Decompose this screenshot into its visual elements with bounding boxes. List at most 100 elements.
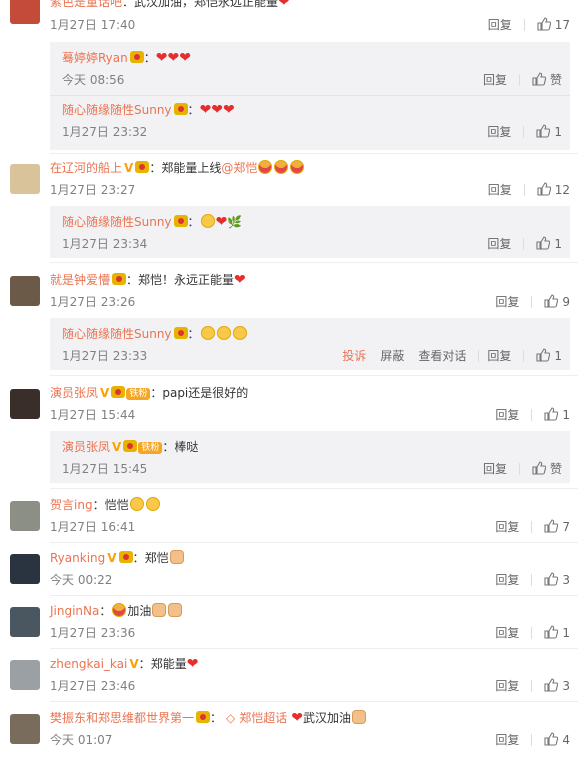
reply-button[interactable]: 回复 [487, 124, 511, 140]
like-button[interactable]: 1 [536, 348, 562, 364]
like-button[interactable]: 7 [544, 519, 570, 535]
thumbs-up-icon [544, 407, 559, 421]
like-button[interactable]: 17 [537, 17, 570, 33]
report-button[interactable]: 投诉 [342, 348, 366, 364]
avatar[interactable] [10, 389, 40, 419]
reply-button[interactable]: 回复 [487, 236, 511, 252]
reply-button[interactable]: 回复 [495, 407, 519, 423]
username[interactable]: 蓦婷婷Ryan [62, 51, 128, 65]
topic-icon: ◇ [226, 711, 236, 725]
username[interactable]: 贺言ing [50, 498, 93, 512]
thumbs-up-emoji [168, 603, 183, 617]
divider [531, 680, 533, 692]
username[interactable]: 演员张凤 [62, 440, 110, 454]
super-topic-link[interactable]: 郑恺超话 [239, 711, 287, 725]
like-button[interactable]: 1 [544, 625, 570, 641]
reply-box: 随心随缘随性Sunny： 1月27日 23:33 投诉 屏蔽 查看对话 回复 1 [50, 318, 570, 370]
thumbs-up-icon [532, 72, 546, 86]
like-button[interactable]: 1 [536, 124, 562, 140]
avatar[interactable] [10, 714, 40, 744]
username[interactable]: 在辽河的船上 [50, 161, 122, 175]
reply-button[interactable]: 回复 [488, 17, 512, 33]
username[interactable]: Ryanking [50, 551, 105, 565]
timestamp: 1月27日 17:40 [50, 18, 136, 32]
like-button[interactable]: 4 [544, 732, 570, 748]
avatar[interactable] [10, 554, 40, 584]
thumbs-up-icon [536, 348, 551, 362]
divider [518, 463, 520, 475]
thumbs-up-emoji [152, 603, 167, 617]
member-badge-icon [173, 327, 188, 339]
like-button[interactable]: 3 [544, 572, 570, 588]
verified-v-icon: V [112, 440, 122, 454]
username[interactable]: JinginNa [50, 604, 99, 618]
like-button[interactable]: 9 [544, 294, 570, 310]
view-conversation-button[interactable]: 查看对话 [418, 348, 466, 364]
smile-emoji [200, 214, 215, 228]
avatar[interactable] [10, 660, 40, 690]
like-button[interactable]: 赞 [532, 72, 562, 88]
reply-button[interactable]: 回复 [495, 732, 519, 748]
member-badge-icon [123, 440, 138, 452]
reply-button[interactable]: 回复 [483, 72, 507, 88]
avatar[interactable] [10, 0, 40, 24]
thumbs-up-icon [536, 124, 551, 138]
comment-text: 郑恺！永远正能量 [138, 273, 235, 287]
like-button[interactable]: 1 [536, 236, 562, 252]
timestamp: 1月27日 15:44 [50, 408, 136, 422]
smile-emoji [232, 326, 247, 340]
thumbs-up-icon [537, 17, 551, 31]
like-button[interactable]: 3 [544, 678, 570, 694]
like-count: 1 [554, 125, 562, 139]
divider [50, 542, 578, 543]
timestamp: 1月27日 23:27 [50, 183, 136, 197]
divider [518, 74, 520, 86]
like-count: 赞 [549, 73, 562, 87]
avatar[interactable] [10, 164, 40, 194]
divider [50, 595, 578, 596]
reply-button[interactable]: 回复 [495, 678, 519, 694]
like-count: 12 [554, 183, 570, 197]
fan-badge: 铁粉 [138, 442, 163, 454]
reply-button[interactable]: 回复 [483, 461, 507, 477]
username[interactable]: 紫色是童话吧 [50, 0, 122, 9]
avatar[interactable] [10, 501, 40, 531]
divider [478, 350, 480, 362]
timestamp: 1月27日 23:46 [50, 679, 136, 693]
divider [50, 95, 570, 96]
avatar[interactable] [10, 276, 40, 306]
username[interactable]: 就是钟爱懵 [50, 273, 110, 287]
like-count: 4 [562, 733, 570, 747]
username[interactable]: 随心随缘随性Sunny [62, 215, 172, 229]
divider [523, 19, 525, 31]
mention-link[interactable]: @郑恺 [221, 161, 257, 175]
member-badge-icon [173, 103, 188, 115]
reply-box: 演员张凤 V 铁粉 ：棒哒 1月27日 15:45 回复赞 [50, 431, 570, 483]
comment-text: 恺恺 [104, 498, 129, 512]
reply-button[interactable]: 回复 [487, 348, 511, 364]
username[interactable]: zhengkai_kai [50, 657, 127, 671]
reply-button[interactable]: 回复 [495, 572, 519, 588]
username[interactable]: 随心随缘随性Sunny [62, 327, 172, 341]
reply-button[interactable]: 回复 [495, 294, 519, 310]
avatar[interactable] [10, 607, 40, 637]
heart-emoji: ❤ [215, 214, 228, 230]
username[interactable]: 演员张凤 [50, 386, 98, 400]
reply-button[interactable]: 回复 [488, 182, 512, 198]
username[interactable]: 樊振东和郑思维都世界第一 [50, 711, 194, 725]
reply-box: 蓦婷婷Ryan ：❤❤❤ 今天 08:56 回复赞 随心随缘随性Sunny ：❤❤❤… [50, 42, 570, 150]
reply-button[interactable]: 回复 [495, 625, 519, 641]
reply-button[interactable]: 回复 [495, 519, 519, 535]
divider [523, 184, 525, 196]
like-button[interactable]: 1 [544, 407, 570, 423]
verified-v-icon: V [107, 551, 117, 565]
like-button[interactable]: 12 [537, 182, 570, 198]
member-badge-icon [118, 551, 133, 563]
mask-emoji [112, 603, 127, 617]
block-button[interactable]: 屏蔽 [380, 348, 404, 364]
surprised-emoji [129, 497, 144, 511]
like-button[interactable]: 赞 [532, 461, 562, 477]
username[interactable]: 随心随缘随性Sunny [62, 103, 172, 117]
like-count: 1 [562, 408, 570, 422]
thumbs-up-icon [544, 625, 559, 639]
